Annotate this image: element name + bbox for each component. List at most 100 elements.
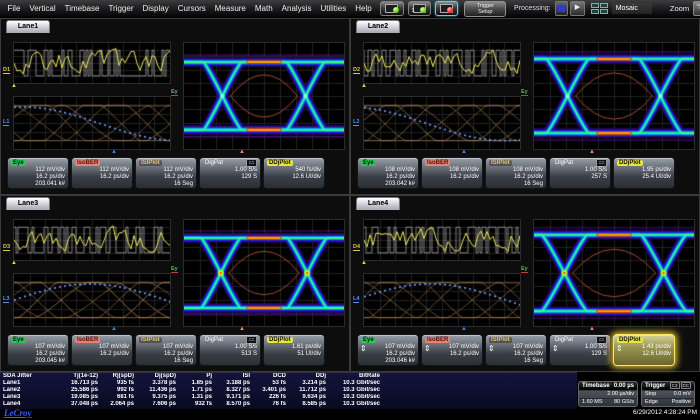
descriptor-value: 16.2 ps/div xyxy=(425,351,479,358)
isober-descriptor-box[interactable]: IsoBER107 mV/div16.2 ps/div xyxy=(421,334,483,366)
table-cell: 932 fs xyxy=(178,401,214,408)
menu-item-measure[interactable]: Measure xyxy=(210,2,250,15)
lane-tab[interactable]: Lane3 xyxy=(6,197,50,210)
mosaic-select[interactable]: Mosaic xyxy=(612,3,652,14)
table-cell: 10.3 Gbit/sec xyxy=(328,387,382,394)
lane-tab[interactable]: Lane4 xyxy=(356,197,400,210)
pattern-waveform-plot[interactable] xyxy=(363,219,521,261)
trigger-descriptor[interactable]: Trigger C3DC Stop 0.0 mV Edge Positive xyxy=(641,381,695,407)
isiplot-descriptor-box[interactable]: ISIPlot107 mV/div16.2 ps/div16 Seg xyxy=(135,334,197,366)
processing-play-button[interactable]: ▶ xyxy=(570,1,585,16)
lecroy-logo[interactable]: LeCroy xyxy=(4,408,32,418)
menu-item-analysis[interactable]: Analysis xyxy=(277,2,316,15)
mosaic-grid-icon[interactable] xyxy=(591,3,608,14)
trigger-setup-button[interactable]: Trigger Setup xyxy=(464,1,506,17)
isiplot-descriptor-box[interactable]: ISIPlot107 mV/div16.2 ps/div16 Seg xyxy=(485,334,547,366)
digpat-descriptor-box[interactable]: DigPat1.00 S/s513 S xyxy=(199,334,261,366)
eye-trace-label: Ey xyxy=(521,266,528,273)
digpat-icon xyxy=(246,336,257,344)
isi-plot[interactable] xyxy=(363,96,521,150)
digpat-descriptor-box[interactable]: DigPat1.00 S/s129 S xyxy=(199,157,261,189)
menu-item-timebase[interactable]: Timebase xyxy=(60,2,104,15)
acquisition-normal-button[interactable] xyxy=(380,1,403,16)
lane-tab[interactable]: Lane2 xyxy=(356,20,400,33)
menu-item-math[interactable]: Math xyxy=(250,2,277,15)
menu-item-display[interactable]: Display xyxy=(138,2,173,15)
eye-diagram-plot[interactable] xyxy=(183,42,345,150)
pattern-waveform-plot[interactable] xyxy=(363,42,521,84)
table-header-cell: DCD xyxy=(252,373,288,380)
isiplot-descriptor-box[interactable]: ISIPlot112 mV/div16.2 ps/div16 Seg xyxy=(135,157,197,189)
descriptor-head: IsoBER xyxy=(75,336,129,344)
descriptor-head: ISIPlot xyxy=(139,159,193,167)
descriptor-head: DigPat xyxy=(553,159,607,167)
isober-descriptor-box[interactable]: IsoBER107 mV/div16.2 ps/div xyxy=(71,334,133,366)
descriptor-head: IsoBER xyxy=(425,336,479,344)
ddjplot-descriptor-box[interactable]: DDjPlot1.61 ps/div51 UI/div xyxy=(263,334,325,366)
digpat-descriptor-box[interactable]: DigPat1.00 S/s257 S xyxy=(549,157,611,189)
processing-stop-button[interactable] xyxy=(555,1,569,16)
timebase-descriptor[interactable]: Timebase 0.00 µs 2.00 µs/div 1.60 MS 80 … xyxy=(578,381,638,407)
descriptor-value: 16 Seg xyxy=(489,358,543,365)
isi-plot[interactable] xyxy=(13,273,171,327)
menu-item-cursors[interactable]: Cursors xyxy=(173,2,210,15)
descriptor-value: 16 Seg xyxy=(139,358,193,365)
descriptor-value: 16.2 ps/div xyxy=(11,174,65,181)
ddjplot-descriptor-box[interactable]: DDjPlot540 fs/div12.6 UI/div xyxy=(263,157,325,189)
acquisition-single-button[interactable]: 1 xyxy=(408,1,431,16)
eye-descriptor-box[interactable]: Eye108 mV/div16.2 ps/div203.042 k# xyxy=(357,157,419,189)
lane-grid: Lane1D1L1EyEye112 mV/div16.2 ps/div203.0… xyxy=(0,18,700,372)
table-row: Lane116.713 ps935 fs3.378 ps1.85 ps3.188… xyxy=(0,380,577,387)
descriptor-value: 257 S xyxy=(553,174,607,181)
undo-button[interactable]: Undo xyxy=(693,1,700,16)
isiplot-descriptor-box[interactable]: ISIPlot108 mV/div16.2 ps/div16 Seg xyxy=(485,157,547,189)
descriptor-value: 16.2 ps/div xyxy=(489,174,543,181)
stop-square-icon xyxy=(558,5,565,12)
descriptor-row: Eye107 mV/div16.2 ps/div203.046 k#IsoBER… xyxy=(357,334,675,366)
table-cell: 10.3 Gbit/sec xyxy=(328,394,382,401)
table-header-cell: BitRate xyxy=(328,373,382,380)
isi-plot[interactable] xyxy=(363,273,521,327)
descriptor-head: DigPat xyxy=(203,159,257,167)
descriptor-value: 1.00 S/s xyxy=(553,167,607,174)
table-cell: 53 fs xyxy=(252,380,288,387)
ddjplot-descriptor-box[interactable]: DDjPlot1.43 ps/div12.6 UI/div xyxy=(613,334,675,366)
eye-marker-icon xyxy=(239,326,245,332)
processing-label: Processing: xyxy=(514,5,551,12)
isiplot-label: ISIPlot xyxy=(489,160,512,166)
menu-item-file[interactable]: File xyxy=(3,2,25,15)
eye-descriptor-box[interactable]: Eye112 mV/div16.2 ps/div203.041 k# xyxy=(7,157,69,189)
eye-descriptor-box[interactable]: Eye107 mV/div16.2 ps/div203.046 k# xyxy=(357,334,419,366)
eye-diagram-plot[interactable] xyxy=(183,219,345,327)
descriptor-value: 16.2 ps/div xyxy=(489,351,543,358)
isober-descriptor-box[interactable]: IsoBER108 mV/div16.2 ps/div xyxy=(421,157,483,189)
menu-item-trigger[interactable]: Trigger xyxy=(104,2,138,15)
pattern-waveform-plot[interactable] xyxy=(13,219,171,261)
menu-item-utilities[interactable]: Utilities xyxy=(316,2,351,15)
eye-descriptor-box[interactable]: Eye107 mV/div16.2 ps/div203.045 k# xyxy=(7,334,69,366)
trigger-level-marker-icon xyxy=(11,260,17,266)
move-arrows-icon xyxy=(552,344,559,353)
lane-tab[interactable]: Lane1 xyxy=(6,20,50,33)
descriptor-value: 203.042 k# xyxy=(361,181,415,188)
eye-diagram-plot[interactable] xyxy=(533,219,695,327)
timebase-title: Timebase xyxy=(582,383,610,389)
table-cell: 19.085 ps xyxy=(58,394,100,401)
descriptor-value: 107 mV/div xyxy=(75,344,129,351)
descriptor-value: 107 mV/div xyxy=(11,344,65,351)
isi-plot[interactable] xyxy=(13,96,171,150)
move-arrows-icon xyxy=(488,344,495,353)
ddjplot-descriptor-box[interactable]: DDjPlot1.95 ps/div25.4 UI/div xyxy=(613,157,675,189)
table-cell: 8.327 ps xyxy=(214,387,252,394)
isober-descriptor-box[interactable]: IsoBER112 mV/div16.2 ps/div xyxy=(71,157,133,189)
menu-item-help[interactable]: Help xyxy=(351,2,376,15)
pattern-waveform-plot[interactable] xyxy=(13,42,171,84)
descriptor-head: DDjPlot xyxy=(267,159,321,167)
table-header-cell: Tj(1e-12) xyxy=(58,373,100,380)
horizontal-marker-icon xyxy=(111,149,117,155)
digpat-descriptor-box[interactable]: DigPat1.00 S/s129 S xyxy=(549,334,611,366)
table-header-cell: ISI xyxy=(214,373,252,380)
eye-diagram-plot[interactable] xyxy=(533,42,695,150)
acquisition-stop-button[interactable] xyxy=(435,1,458,16)
menu-item-vertical[interactable]: Vertical xyxy=(25,2,60,15)
